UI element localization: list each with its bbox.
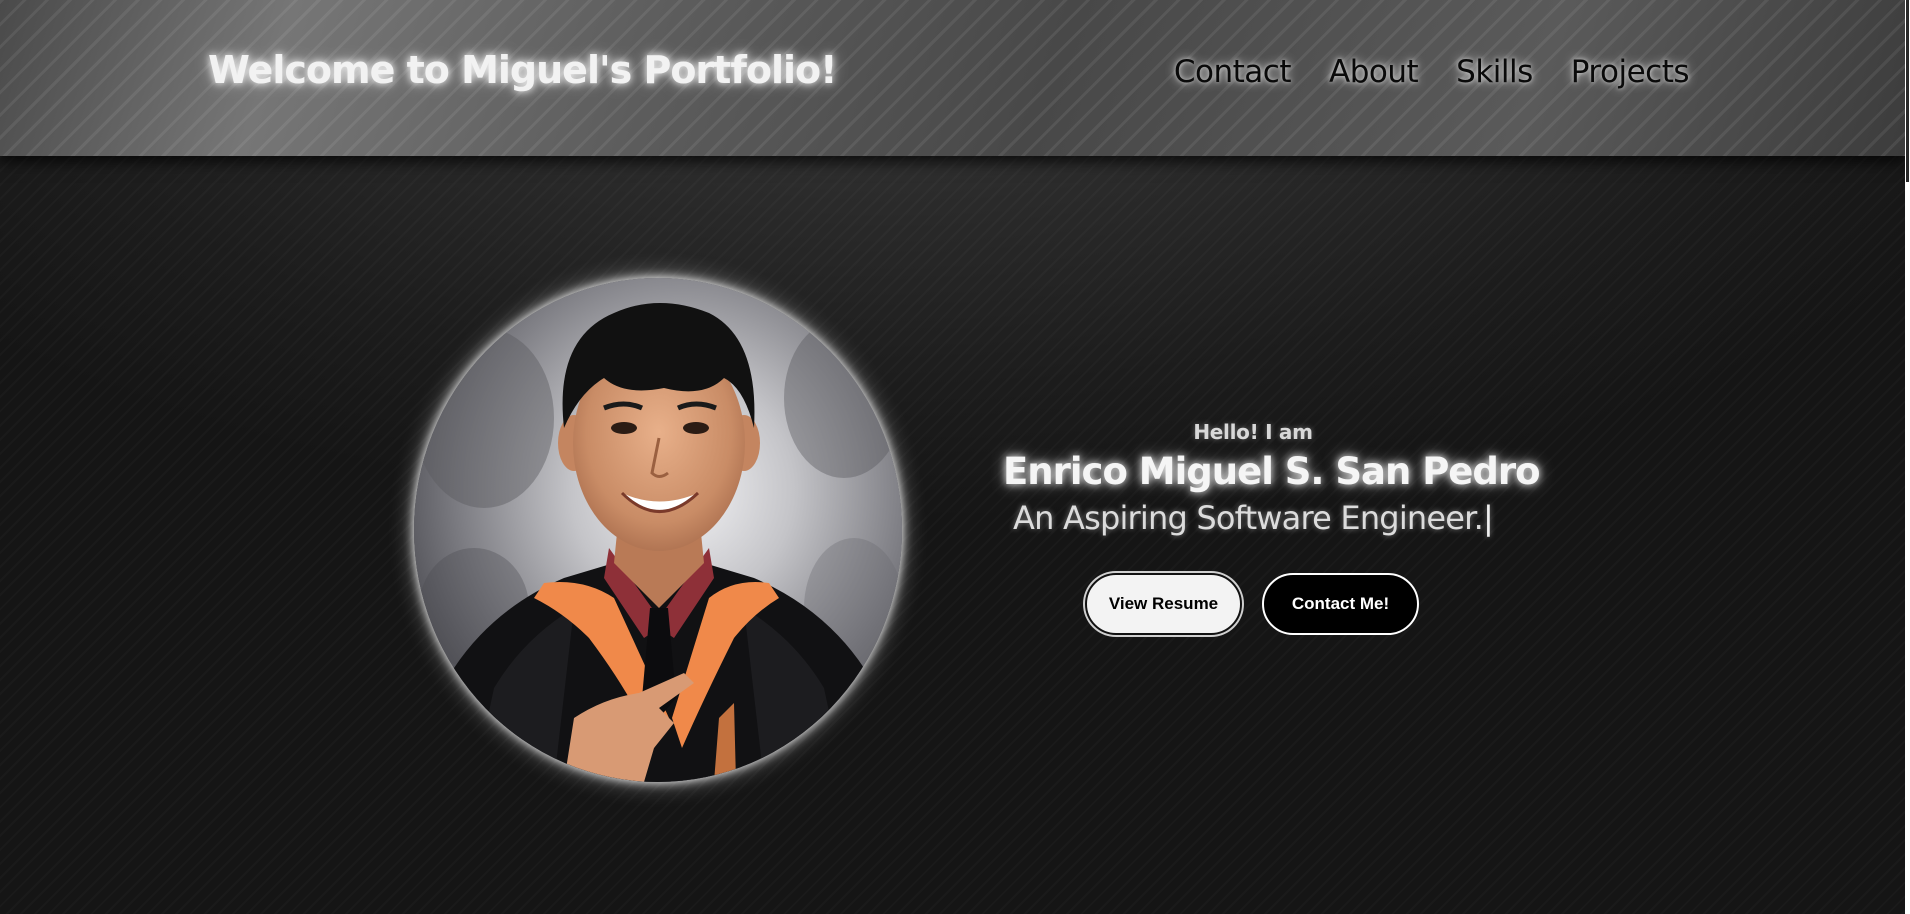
nav-link-projects[interactable]: Projects [1571, 54, 1690, 90]
tagline-label: An Aspiring Software Engineer. [1013, 499, 1484, 537]
tagline-text: An Aspiring Software Engineer.| [1003, 499, 1503, 537]
view-resume-button[interactable]: View Resume [1085, 573, 1242, 635]
scrollbar-thumb[interactable] [1906, 0, 1909, 182]
typing-cursor: | [1482, 499, 1494, 537]
main-nav: Contact About Skills Projects [1174, 54, 1690, 90]
page-background: Welcome to Miguel's Portfolio! Contact A… [0, 0, 1910, 914]
site-header: Welcome to Miguel's Portfolio! Contact A… [0, 0, 1905, 156]
nav-link-contact[interactable]: Contact [1174, 54, 1292, 90]
full-name-heading: Enrico Miguel S. San Pedro [1003, 450, 1541, 493]
greeting-text: Hello! I am [1193, 420, 1313, 444]
contact-me-button[interactable]: Contact Me! [1262, 573, 1419, 635]
nav-link-skills[interactable]: Skills [1456, 54, 1533, 90]
nav-link-about[interactable]: About [1329, 54, 1419, 90]
intro-block: Hello! I am Enrico Miguel S. San Pedro A… [1003, 420, 1541, 537]
graduate-portrait-image [414, 278, 902, 782]
site-title: Welcome to Miguel's Portfolio! [208, 48, 837, 92]
hero-buttons: View Resume Contact Me! [1085, 573, 1419, 635]
profile-photo [414, 278, 902, 782]
scrollbar[interactable] [1905, 0, 1910, 914]
